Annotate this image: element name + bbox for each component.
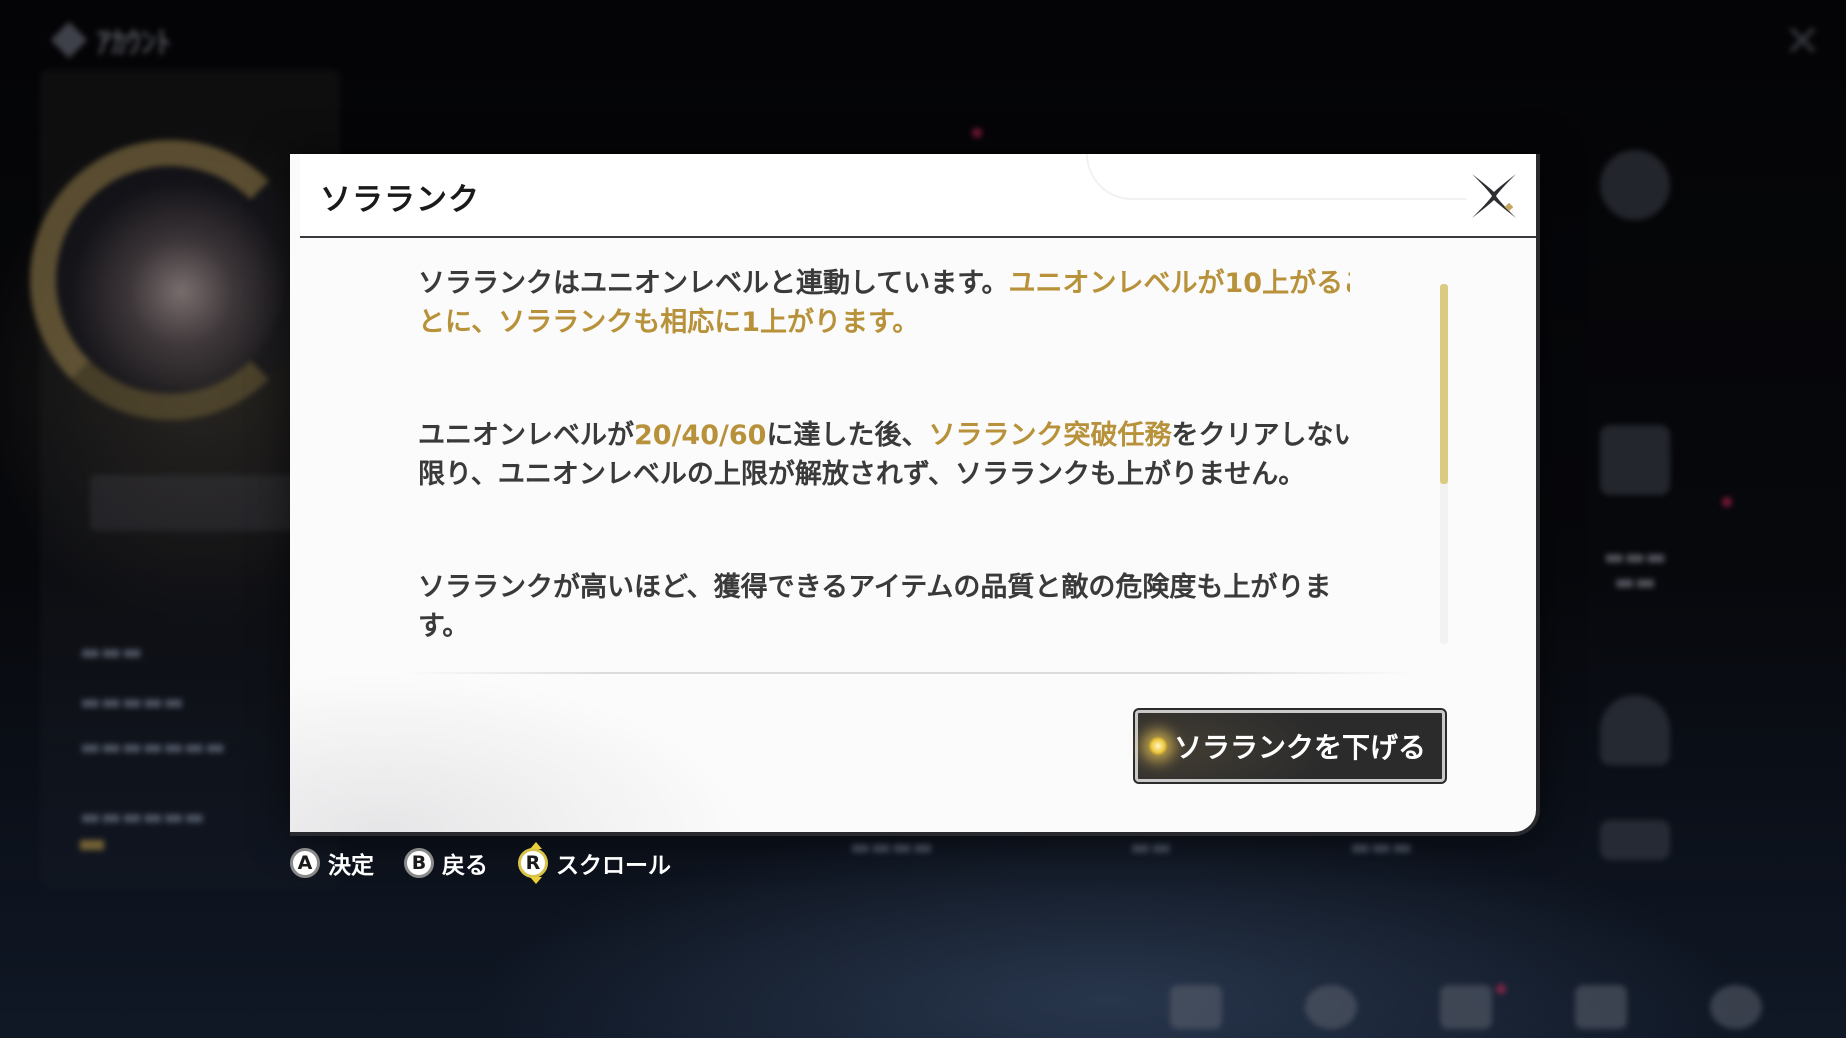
background-menu-text: ▬▬▬ ▬▬ xyxy=(1603,545,1667,595)
dialog-scroll-content[interactable]: ソラランクはユニオンレベルと連動しています。ユニオンレベルが10上がるごとに、ソ… xyxy=(350,264,1350,689)
close-x-icon[interactable] xyxy=(1466,168,1522,224)
lower-sora-rank-label: ソラランクを下げる xyxy=(1174,731,1427,764)
scrollbar[interactable] xyxy=(1440,284,1448,644)
background-bottom-text: ▬▬ xyxy=(1130,835,1172,860)
paragraph-list: ソラランクはユニオンレベルと連動しています。ユニオンレベルが10上がるごとに、ソ… xyxy=(350,264,1350,646)
background-bar xyxy=(80,840,104,850)
a-button-icon: A xyxy=(290,848,320,878)
close-x-glyph xyxy=(1472,174,1516,218)
background-label: ▬▬▬▬▬▬▬ xyxy=(80,735,226,760)
scroll-fade xyxy=(350,643,1350,689)
background-label: ▬▬▬▬▬▬ xyxy=(80,805,205,830)
description-paragraph: ユニオンレベルが20/40/60に達した後、ソラランク突破任務をクリアしない限り… xyxy=(418,416,1350,494)
hint-confirm[interactable]: A 決定 xyxy=(290,846,374,880)
background-menu-icon xyxy=(1600,695,1670,765)
background-notification-dot xyxy=(1496,984,1506,994)
body-text: ソラランクが高いほど、獲得できるアイテムの品質と敵の危険度も上がります。 xyxy=(418,572,1332,642)
game-screen: ｱｶｳﾝﾄ ​ ▬▬▬ ▬▬▬▬▬ ▬▬▬▬▬▬▬ ▬▬▬▬▬▬ ▬▬▬▬▬ ▬… xyxy=(0,0,1846,1038)
background-close-icon: ✕ xyxy=(1784,16,1821,67)
controller-hints: A 決定 B 戻る R スクロール xyxy=(290,842,671,884)
body-text: ユニオンレベルが xyxy=(418,420,634,451)
body-text: ソラランクはユニオンレベルと連動しています。 xyxy=(418,268,1009,299)
description-paragraph: ソラランクはユニオンレベルと連動しています。ユニオンレベルが10上がるごとに、ソ… xyxy=(418,264,1350,342)
background-dock-icon xyxy=(1440,985,1492,1029)
sora-rank-dialog: ソラランク ソラランクはユニオンレベルと連動しています。ユニオンレベルが10上が… xyxy=(290,154,1540,836)
background-menu-icon xyxy=(1600,425,1670,495)
background-dock-icon xyxy=(1710,985,1762,1029)
dialog-title: ソラランク xyxy=(320,182,480,218)
body-text: に達した後、 xyxy=(766,420,929,451)
r-stick-icon: R xyxy=(518,842,548,884)
lower-sora-rank-button[interactable]: ソラランクを下げる xyxy=(1133,708,1447,784)
hint-back[interactable]: B 戻る xyxy=(404,846,488,880)
background-menu-icon xyxy=(1600,150,1670,220)
background-portrait xyxy=(30,140,310,420)
background-label: ▬▬▬▬▬ xyxy=(80,690,184,715)
hint-confirm-label: 決定 xyxy=(328,853,374,879)
background-menu-icon xyxy=(1600,820,1670,860)
hint-scroll-label: スクロール xyxy=(556,853,671,879)
background-notification-dot xyxy=(972,128,982,138)
header-decoration xyxy=(1086,154,1466,200)
background-header: ｱｶｳﾝﾄ xyxy=(50,18,171,62)
background-dock-icon xyxy=(1305,985,1357,1029)
highlighted-text: 20/40/60 xyxy=(634,420,767,451)
hint-scroll[interactable]: R スクロール xyxy=(518,842,671,884)
dialog-divider xyxy=(402,672,1412,674)
hint-back-label: 戻る xyxy=(442,853,488,879)
background-dock-icon xyxy=(1170,985,1222,1029)
glow-orb-icon xyxy=(1148,736,1168,756)
background-bottom-text: ▬▬▬ xyxy=(1350,835,1413,860)
highlighted-text: ソラランク突破任務 xyxy=(928,420,1172,451)
description-paragraph: ソラランクが高いほど、獲得できるアイテムの品質と敵の危険度も上がります。 xyxy=(418,568,1350,646)
background-bottom-text: ▬▬▬▬ xyxy=(850,835,934,860)
background-label: ▬▬▬ xyxy=(80,640,143,665)
scrollbar-thumb[interactable] xyxy=(1440,284,1448,484)
background-dock-icon xyxy=(1575,985,1627,1029)
background-notification-dot xyxy=(1722,497,1732,507)
b-button-icon: B xyxy=(404,848,434,878)
dialog-header: ソラランク xyxy=(300,154,1536,238)
